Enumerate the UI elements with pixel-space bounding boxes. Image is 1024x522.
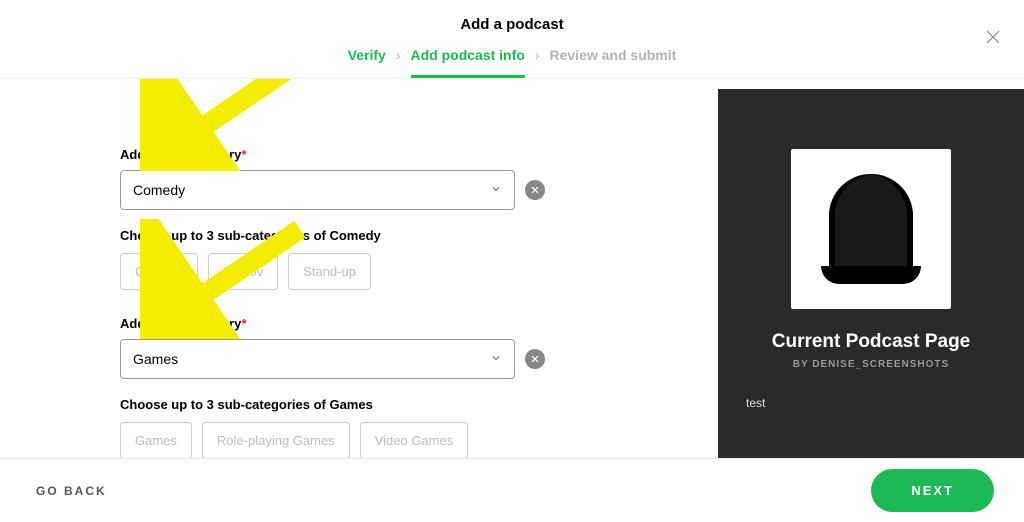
category2-sub-label: Choose up to 3 sub-categories of Games	[120, 397, 698, 412]
preview-panel: Current Podcast Page BY DENISE_SCREENSHO…	[718, 89, 1024, 471]
category1-label-text: Additional category	[120, 147, 241, 162]
category2-remove-button[interactable]	[525, 349, 545, 369]
subcat-chip[interactable]: Role-playing Games	[202, 422, 350, 459]
step-review[interactable]: Review and submit	[550, 47, 677, 78]
footer: GO BACK NEXT	[0, 458, 1024, 522]
next-button[interactable]: NEXT	[871, 469, 994, 512]
category2-select[interactable]: Games	[120, 339, 515, 379]
chevron-right-icon: ›	[396, 47, 401, 78]
category2-subs: Games Role-playing Games Video Games	[120, 422, 698, 459]
category1-remove-button[interactable]	[525, 180, 545, 200]
step-verify[interactable]: Verify	[348, 47, 386, 78]
main-area: Additional category* Comedy Choose up to…	[0, 79, 1024, 471]
podcast-cover	[791, 149, 951, 309]
chevron-down-icon	[490, 182, 502, 198]
podcast-description: test	[746, 396, 765, 410]
close-icon	[984, 28, 1002, 46]
stepper: Verify › Add podcast info › Review and s…	[0, 47, 1024, 79]
category1-subs: Comedy Improv Stand-up	[120, 253, 698, 290]
category1-label: Additional category*	[120, 147, 698, 162]
pop-filter-icon	[821, 174, 921, 284]
chevron-down-icon	[490, 351, 502, 367]
category2-value: Games	[133, 351, 178, 367]
subcat-chip[interactable]: Games	[120, 422, 192, 459]
close-icon	[530, 354, 540, 364]
subcat-chip[interactable]: Comedy	[120, 253, 198, 290]
subcat-chip[interactable]: Improv	[208, 253, 278, 290]
category1-sub-label: Choose up to 3 sub-categories of Comedy	[120, 228, 698, 243]
required-asterisk: *	[241, 316, 246, 331]
chevron-right-icon: ›	[535, 47, 540, 78]
subcat-chip[interactable]: Stand-up	[288, 253, 371, 290]
page-title: Add a podcast	[0, 16, 1024, 33]
category2-label-text: Additional category	[120, 316, 241, 331]
podcast-title: Current Podcast Page	[772, 331, 971, 353]
header: Add a podcast Verify › Add podcast info …	[0, 0, 1024, 79]
category2-label: Additional category*	[120, 316, 698, 331]
form-panel: Additional category* Comedy Choose up to…	[0, 79, 718, 471]
podcast-byline: BY DENISE_SCREENSHOTS	[793, 359, 949, 370]
category1-value: Comedy	[133, 182, 185, 198]
required-asterisk: *	[241, 147, 246, 162]
go-back-button[interactable]: GO BACK	[36, 484, 107, 498]
close-icon	[530, 185, 540, 195]
category1-select[interactable]: Comedy	[120, 170, 515, 210]
step-add-info[interactable]: Add podcast info	[411, 47, 525, 78]
close-button[interactable]	[984, 28, 1002, 51]
subcat-chip[interactable]: Video Games	[360, 422, 469, 459]
